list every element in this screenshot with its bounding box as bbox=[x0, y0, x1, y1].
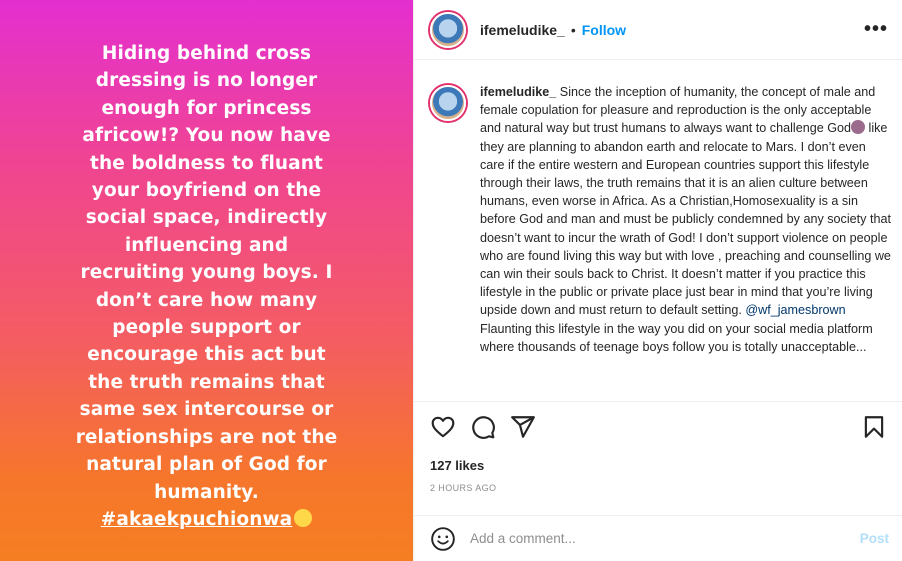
story-text-block: Hiding behind cross dressing is no longe… bbox=[76, 40, 338, 533]
likes-count[interactable]: 127 likes bbox=[430, 458, 484, 473]
comment-bar: Add a comment... Post bbox=[414, 515, 902, 561]
header-username[interactable]: ifemeludike_ bbox=[480, 22, 565, 38]
post-side-panel: ifemeludike_ • Follow ••• ifemeludike_ S… bbox=[413, 0, 902, 561]
more-options-icon[interactable]: ••• bbox=[864, 18, 888, 41]
post-timestamp[interactable]: 2 HOURS AGO bbox=[430, 483, 496, 493]
emoji-person-icon bbox=[851, 120, 866, 135]
comment-input[interactable]: Add a comment... bbox=[470, 531, 860, 546]
caption-username[interactable]: ifemeludike_ bbox=[480, 85, 556, 99]
post-comment-button[interactable]: Post bbox=[860, 531, 889, 546]
post-header: ifemeludike_ • Follow ••• bbox=[414, 0, 902, 60]
save-bookmark-icon[interactable] bbox=[861, 414, 887, 440]
story-text: Hiding behind cross dressing is no longe… bbox=[75, 43, 338, 503]
comment-icon[interactable] bbox=[470, 414, 496, 440]
heart-icon[interactable] bbox=[430, 414, 456, 440]
caption-part-3: Flaunting this lifestyle in the way you … bbox=[480, 321, 873, 354]
share-icon[interactable] bbox=[510, 414, 536, 440]
action-icons-row bbox=[430, 414, 887, 444]
caption-avatar[interactable] bbox=[430, 85, 466, 121]
emoji-icon bbox=[294, 508, 313, 527]
follow-button[interactable]: Follow bbox=[582, 22, 626, 38]
story-hashtag[interactable]: #akaekpuchionwa bbox=[101, 509, 292, 530]
avatar[interactable] bbox=[430, 11, 466, 48]
caption-mention[interactable]: @wf_jamesbrown bbox=[745, 303, 845, 317]
actions-bar: 127 likes 2 HOURS AGO bbox=[414, 401, 902, 515]
caption-area: ifemeludike_ Since the inception of huma… bbox=[414, 61, 902, 401]
caption-text: ifemeludike_ Since the inception of huma… bbox=[480, 83, 891, 401]
separator-dot: • bbox=[570, 21, 576, 38]
emoji-smile-icon[interactable] bbox=[430, 526, 456, 552]
post-image: Hiding behind cross dressing is no longe… bbox=[0, 0, 413, 561]
caption-part-2: like they are planning to abandon earth … bbox=[480, 121, 891, 318]
